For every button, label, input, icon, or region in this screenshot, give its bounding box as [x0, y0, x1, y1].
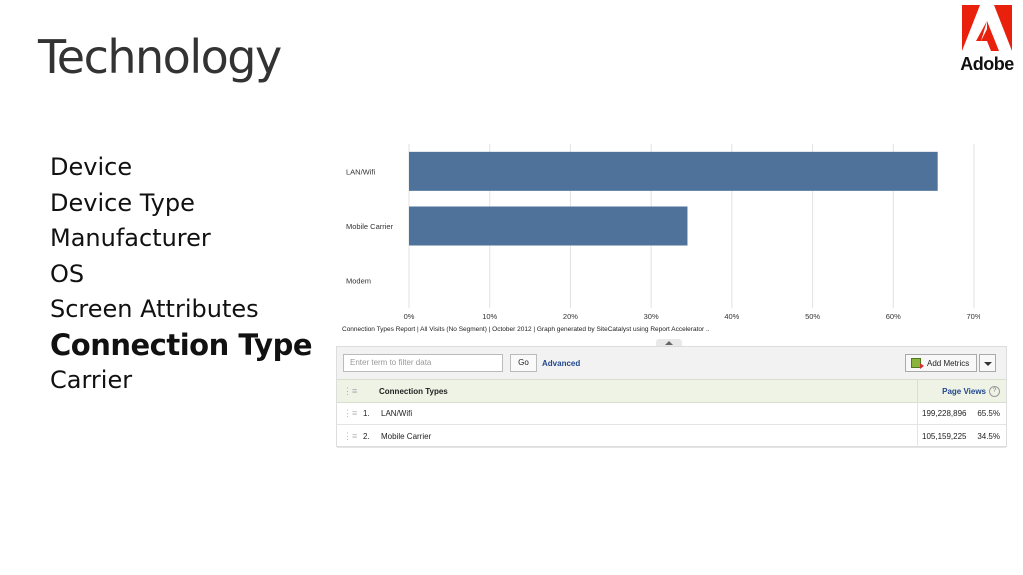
table-row[interactable]: ⋮≡ 2. Mobile Carrier 105,159,225 34.5% — [337, 425, 1006, 448]
category-label: LAN/Wifi — [346, 167, 376, 176]
table-row[interactable]: ⋮≡ 1. LAN/Wifi 199,228,896 65.5% — [337, 402, 1006, 425]
add-metrics-dropdown-button[interactable] — [979, 354, 996, 372]
row-page-views: 199,228,896 — [922, 409, 967, 418]
slide-title: Technology — [38, 30, 282, 84]
row-rank: 2. — [363, 432, 370, 441]
menu-item-connection-type[interactable]: Connection Type — [50, 328, 313, 364]
x-tick-label: 50% — [805, 312, 820, 321]
x-tick-label: 10% — [482, 312, 497, 321]
column-header-connection-types[interactable]: Connection Types — [379, 387, 448, 396]
row-percent: 34.5% — [977, 432, 1000, 441]
advanced-link[interactable]: Advanced — [542, 359, 580, 368]
technology-menu: Device Device Type Manufacturer OS Scree… — [50, 150, 313, 399]
add-metrics-button[interactable]: Add Metrics — [905, 354, 977, 372]
add-metrics-label: Add Metrics — [927, 359, 970, 368]
menu-item-manufacturer[interactable]: Manufacturer — [50, 221, 312, 257]
x-tick-label: 20% — [563, 312, 578, 321]
menu-item-carrier[interactable]: Carrier — [50, 363, 312, 399]
bar-mobile-carrier[interactable] — [409, 206, 688, 246]
row-rank: 1. — [363, 409, 370, 418]
category-label: Modem — [346, 277, 371, 286]
help-icon[interactable]: ? — [989, 386, 1000, 397]
table-header: ⋮≡ Connection Types Page Views ? — [337, 379, 1006, 403]
column-divider — [917, 425, 918, 447]
row-page-views: 105,159,225 — [922, 432, 967, 441]
adobe-logo-mark-icon — [962, 5, 1012, 51]
bar-chart-svg: 0% 10% 20% 30% 40% 50% 60% 70% LAN/Wifi Mobile Ca… — [346, 144, 982, 321]
x-tick-label: 30% — [644, 312, 659, 321]
breakdown-icon[interactable]: ⋮≡ — [343, 408, 357, 419]
bar-lan-wifi[interactable] — [409, 151, 938, 191]
adobe-logo-text: Adobe — [960, 54, 1014, 74]
row-label[interactable]: Mobile Carrier — [381, 432, 431, 441]
x-tick-label: 40% — [724, 312, 739, 321]
menu-item-screen-attributes[interactable]: Screen Attributes — [50, 292, 312, 328]
menu-item-os[interactable]: OS — [50, 257, 312, 293]
filter-input[interactable]: Enter term to filter data — [343, 354, 503, 372]
report-table-panel: Enter term to filter data Go Advanced Ad… — [336, 346, 1007, 448]
column-header-page-views[interactable]: Page Views — [942, 387, 986, 396]
column-divider — [917, 402, 918, 424]
report-caption: Connection Types Report | All Visits (No… — [342, 326, 710, 333]
x-tick-label: 0% — [404, 312, 415, 321]
category-label: Mobile Carrier — [346, 222, 394, 231]
menu-item-device-type[interactable]: Device Type — [50, 186, 312, 222]
menu-item-device[interactable]: Device — [50, 150, 312, 186]
column-divider — [917, 380, 918, 402]
breakdown-icon[interactable]: ⋮≡ — [343, 386, 357, 397]
add-metrics-icon — [911, 358, 924, 369]
x-tick-label: 70% — [966, 312, 980, 321]
connection-type-chart: 0% 10% 20% 30% 40% 50% 60% 70% LAN/Wifi Mobile Ca… — [340, 140, 982, 340]
row-percent: 65.5% — [977, 409, 1000, 418]
row-label[interactable]: LAN/Wifi — [381, 409, 412, 418]
go-button[interactable]: Go — [510, 354, 537, 372]
report-toolbar: Enter term to filter data Go Advanced Ad… — [337, 346, 1006, 379]
x-tick-label: 60% — [886, 312, 901, 321]
breakdown-icon[interactable]: ⋮≡ — [343, 431, 357, 442]
adobe-logo: Adobe — [960, 5, 1014, 77]
